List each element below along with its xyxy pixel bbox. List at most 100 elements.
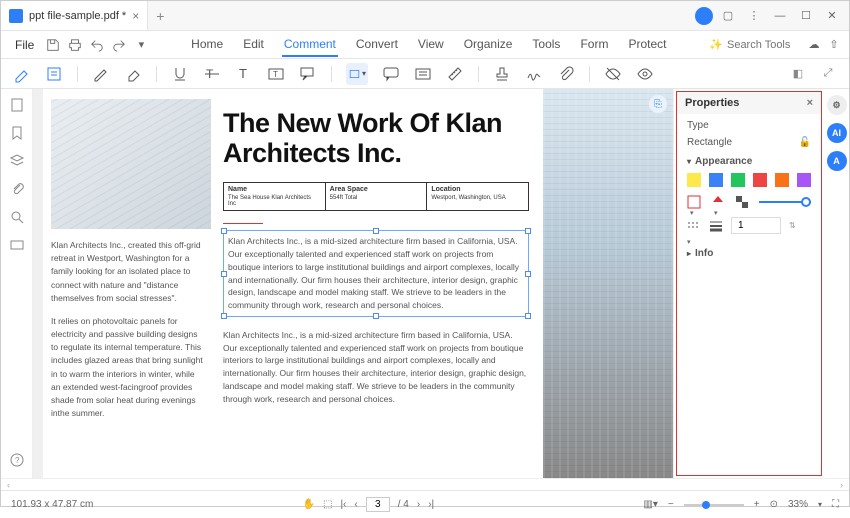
undo-icon[interactable] [90, 38, 104, 52]
maximize-button[interactable]: ☐ [795, 5, 817, 27]
show-annotations-icon[interactable] [636, 65, 654, 83]
zoom-fit-icon[interactable]: ⊙ [770, 499, 778, 510]
stroke-color-icon[interactable]: ▾ [687, 195, 701, 209]
attachment-icon[interactable] [557, 65, 575, 83]
lock-icon[interactable]: 🔓 [799, 137, 811, 148]
thickness-input[interactable] [731, 217, 781, 234]
resize-handle[interactable] [221, 271, 227, 277]
minimize-button[interactable]: — [769, 5, 791, 27]
panel-toggle-icon[interactable]: ◧ [789, 65, 807, 83]
first-page-icon[interactable]: |‹ [340, 499, 346, 510]
settings-rail-icon[interactable]: ⚙ [827, 95, 847, 115]
color-swatch[interactable] [775, 173, 789, 187]
strikethrough-icon[interactable]: T [203, 65, 221, 83]
search-rail-icon[interactable] [9, 209, 25, 225]
menu-comment[interactable]: Comment [282, 33, 338, 57]
help-icon[interactable]: ? [9, 452, 25, 468]
menu-view[interactable]: View [416, 33, 446, 57]
layers-icon[interactable] [9, 153, 25, 169]
cloud-icon[interactable]: ☁ [807, 38, 821, 52]
selected-textbox[interactable]: Klan Architects Inc., is a mid-sized arc… [223, 230, 529, 317]
textbox-icon[interactable]: T [267, 65, 285, 83]
qat-dropdown-icon[interactable]: ▾ [134, 38, 148, 52]
menu-convert[interactable]: Convert [354, 33, 400, 57]
expand-icon[interactable]: ⤢ [819, 65, 837, 83]
note-icon[interactable] [45, 65, 63, 83]
redo-icon[interactable] [112, 38, 126, 52]
resize-handle[interactable] [221, 228, 227, 234]
resize-handle[interactable] [373, 313, 379, 319]
zoom-out-icon[interactable]: − [668, 499, 674, 510]
area-highlight-icon[interactable] [414, 65, 432, 83]
underline-icon[interactable] [171, 65, 189, 83]
color-swatch[interactable] [797, 173, 811, 187]
resize-handle[interactable] [525, 271, 531, 277]
next-page-icon[interactable]: › [417, 499, 420, 510]
appearance-section[interactable]: ▾Appearance [687, 156, 811, 167]
ai-tools-icon[interactable]: A [827, 151, 847, 171]
file-menu[interactable]: File [9, 38, 40, 52]
line-weight-icon[interactable] [709, 219, 723, 233]
hand-tool-icon[interactable]: ✋ [303, 499, 315, 510]
text-icon[interactable]: T [235, 65, 253, 83]
opacity-icon[interactable] [735, 195, 749, 209]
print-icon[interactable] [68, 38, 82, 52]
color-swatch[interactable] [753, 173, 767, 187]
user-avatar[interactable] [695, 7, 713, 25]
bookmarks-icon[interactable] [9, 125, 25, 141]
resize-handle[interactable] [525, 313, 531, 319]
eraser-icon[interactable] [124, 65, 142, 83]
line-style-icon[interactable]: ▾ [687, 219, 701, 233]
highlighter-icon[interactable] [13, 65, 31, 83]
menu-edit[interactable]: Edit [241, 33, 266, 57]
color-swatch[interactable] [687, 173, 701, 187]
view-mode-icon[interactable]: ▥▾ [643, 499, 657, 510]
save-icon[interactable] [46, 38, 60, 52]
shape-rect-icon[interactable]: ▾ [346, 63, 368, 85]
window-mode-icon[interactable]: ▢ [717, 5, 739, 27]
color-swatch[interactable] [709, 173, 723, 187]
more-icon[interactable]: ⋮ [743, 5, 765, 27]
fill-color-icon[interactable]: ▾ [711, 195, 725, 209]
select-tool-icon[interactable]: ⬚ [323, 499, 332, 510]
close-window-button[interactable]: ✕ [821, 5, 843, 27]
properties-close-icon[interactable]: × [807, 97, 813, 109]
color-swatch[interactable] [731, 173, 745, 187]
thumbnails-icon[interactable] [9, 97, 25, 113]
scroll-right-icon[interactable]: › [840, 480, 843, 490]
info-section[interactable]: ▸Info [687, 248, 811, 259]
pencil-icon[interactable] [92, 65, 110, 83]
share-icon[interactable]: ⇧ [827, 38, 841, 52]
menu-home[interactable]: Home [189, 33, 225, 57]
clip-icon[interactable]: ⎘ [649, 95, 667, 113]
last-page-icon[interactable]: ›| [428, 499, 434, 510]
search-tools-input[interactable] [727, 39, 797, 51]
resize-handle[interactable] [221, 313, 227, 319]
signature-icon[interactable] [525, 65, 543, 83]
menu-protect[interactable]: Protect [626, 33, 668, 57]
page-input[interactable] [366, 497, 390, 512]
fullscreen-icon[interactable]: ⛶ [832, 499, 839, 510]
stepper-icon[interactable]: ⇅ [789, 221, 796, 230]
menu-form[interactable]: Form [578, 33, 610, 57]
menu-organize[interactable]: Organize [462, 33, 515, 57]
menu-tools[interactable]: Tools [530, 33, 562, 57]
callout-icon[interactable] [299, 65, 317, 83]
tab-close-icon[interactable]: × [132, 9, 139, 23]
document-canvas[interactable]: Klan Architects Inc., created this off-g… [33, 89, 674, 478]
zoom-slider[interactable] [684, 504, 744, 506]
opacity-slider[interactable] [759, 201, 811, 203]
zoom-in-icon[interactable]: + [754, 499, 760, 510]
resize-handle[interactable] [525, 228, 531, 234]
hide-annotations-icon[interactable] [604, 65, 622, 83]
document-tab[interactable]: ppt file-sample.pdf * × [1, 1, 148, 30]
ai-chat-icon[interactable]: AI [827, 123, 847, 143]
new-tab-button[interactable]: + [148, 8, 172, 24]
prev-page-icon[interactable]: ‹ [354, 499, 357, 510]
measure-icon[interactable] [446, 65, 464, 83]
comment-icon[interactable] [382, 65, 400, 83]
attachments-rail-icon[interactable] [9, 181, 25, 197]
scroll-left-icon[interactable]: ‹ [7, 480, 10, 490]
stamp-icon[interactable] [493, 65, 511, 83]
resize-handle[interactable] [373, 228, 379, 234]
